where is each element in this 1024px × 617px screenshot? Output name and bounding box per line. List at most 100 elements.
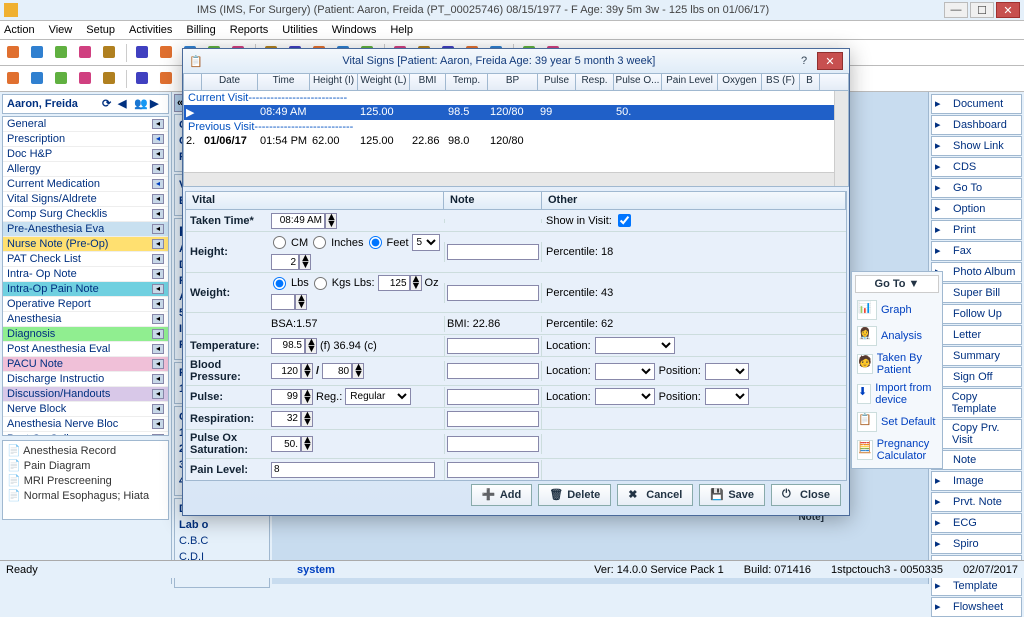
pain-input[interactable] <box>271 462 435 478</box>
right-nav-item[interactable]: ▸Go To <box>931 178 1022 198</box>
delete-button[interactable]: 🗑Delete <box>538 484 611 506</box>
navigator-item[interactable]: Prescription◂ <box>3 132 168 147</box>
right-nav-item[interactable]: ▸Dashboard <box>931 115 1022 135</box>
add-button[interactable]: ➕Add <box>471 484 532 506</box>
right-nav-item[interactable]: ▸Note <box>931 450 1022 470</box>
menu-reports[interactable]: Reports <box>230 24 269 36</box>
toolbar-icon[interactable] <box>76 69 96 89</box>
grid-col[interactable]: Pain Level <box>662 74 718 90</box>
menu-activities[interactable]: Activities <box>129 24 172 36</box>
pulse-location-select[interactable] <box>595 388 655 405</box>
doc-item[interactable]: 📄 Anesthesia Record <box>5 443 166 458</box>
v-scrollbar[interactable] <box>834 91 848 186</box>
grid-col[interactable]: Resp. <box>576 74 614 90</box>
navigator-item[interactable]: Diagnosis◂ <box>3 327 168 342</box>
pulse-reg-select[interactable]: Regular <box>345 388 411 405</box>
show-in-visit-check[interactable] <box>618 214 631 227</box>
pulse-note[interactable] <box>447 389 539 405</box>
right-nav-item[interactable]: ▸Sign Off <box>931 367 1022 387</box>
right-nav-item[interactable]: ▸Letter <box>931 325 1022 345</box>
modal-close-button[interactable]: ✕ <box>817 52 843 70</box>
toolbar-icon[interactable] <box>52 43 72 63</box>
weight-lbs-radio[interactable] <box>273 277 286 290</box>
toolbar-icon[interactable] <box>100 69 120 89</box>
bp-position-select[interactable] <box>705 363 749 380</box>
toolbar-icon[interactable] <box>133 43 153 63</box>
set-default-button[interactable]: 📋Set Default <box>855 409 939 435</box>
navigator-item[interactable]: Current Medication◂ <box>3 177 168 192</box>
menu-billing[interactable]: Billing <box>186 24 215 36</box>
grid-col[interactable]: Height (I) <box>310 74 358 90</box>
grid-col[interactable]: Pulse <box>538 74 576 90</box>
pulse-position-select[interactable] <box>705 388 749 405</box>
cycle-icon[interactable]: ⟳ <box>102 97 116 111</box>
toolbar-icon[interactable] <box>157 69 177 89</box>
height-in-radio[interactable] <box>313 236 326 249</box>
pox-note[interactable] <box>447 436 539 452</box>
grid-col[interactable]: BS (F) <box>762 74 800 90</box>
bp-note[interactable] <box>447 363 539 379</box>
right-nav-item[interactable]: ▸Copy Prv. Visit <box>931 419 1022 449</box>
navigator-item[interactable]: Comp Surg Checklis◂ <box>3 207 168 222</box>
goto-button[interactable]: Go To ▼ <box>855 275 939 293</box>
navigator-item[interactable]: Post Op Call◂ <box>3 432 168 436</box>
visit-row[interactable]: ▶ 08:49 AM 125.00 98.5 120/80 99 50. <box>184 105 848 120</box>
height-note[interactable] <box>447 244 539 260</box>
right-nav-item[interactable]: ▸CDS <box>931 157 1022 177</box>
save-button[interactable]: 💾Save <box>699 484 765 506</box>
nav-left-icon[interactable]: ◀ <box>118 97 132 111</box>
height-inch-input[interactable]: ▲▼ <box>271 254 311 270</box>
grid-col[interactable]: BMI <box>410 74 446 90</box>
import-device-button[interactable]: ⬇Import from device <box>855 379 939 409</box>
nav-right-icon[interactable]: ▶ <box>150 97 164 111</box>
navigator-item[interactable]: Vital Signs/Aldrete◂ <box>3 192 168 207</box>
navigator-item[interactable]: Allergy◂ <box>3 162 168 177</box>
right-nav-item[interactable]: ▸Show Link <box>931 136 1022 156</box>
temp-input[interactable]: ▲▼ <box>271 338 317 354</box>
weight-lbs-input[interactable]: ▲▼ <box>378 275 422 291</box>
resp-input[interactable]: ▲▼ <box>271 411 313 427</box>
right-nav-item[interactable]: ▸Prvt. Note <box>931 492 1022 512</box>
right-nav-item[interactable]: ▸Follow Up <box>931 304 1022 324</box>
minimize-button[interactable]: — <box>944 2 968 18</box>
right-nav-item[interactable]: ▸Template <box>931 576 1022 596</box>
weight-oz-input[interactable]: ▲▼ <box>271 294 307 310</box>
help-button[interactable]: ? <box>795 55 813 67</box>
close-window-button[interactable]: ✕ <box>996 2 1020 18</box>
right-nav-item[interactable]: ▸Document <box>931 94 1022 114</box>
height-feet-select[interactable]: 5 <box>412 234 440 251</box>
right-nav-item[interactable]: ▸Copy Template <box>931 388 1022 418</box>
right-nav-item[interactable]: ▸Summary <box>931 346 1022 366</box>
right-nav-item[interactable]: ▸Super Bill <box>931 283 1022 303</box>
navigator-item[interactable]: Nerve Block◂ <box>3 402 168 417</box>
right-nav-item[interactable]: ▸Flowsheet <box>931 597 1022 617</box>
pox-input[interactable]: ▲▼ <box>271 436 313 452</box>
menu-utilities[interactable]: Utilities <box>282 24 317 36</box>
taken-by-patient-button[interactable]: 🧑Taken By Patient <box>855 349 939 379</box>
toolbar-icon[interactable] <box>4 69 24 89</box>
toolbar-icon[interactable] <box>133 69 153 89</box>
toolbar-icon[interactable] <box>4 43 24 63</box>
h-scrollbar[interactable] <box>184 172 834 186</box>
analysis-button[interactable]: 👩‍⚕️Analysis <box>855 323 939 349</box>
menu-windows[interactable]: Windows <box>332 24 377 36</box>
navigator-item[interactable]: Anesthesia Nerve Bloc◂ <box>3 417 168 432</box>
right-nav-item[interactable]: ▸Image <box>931 471 1022 491</box>
patient-name-box[interactable]: Aaron, Freida ⟳ ◀ 👥 ▶ <box>2 94 169 114</box>
navigator-item[interactable]: PAT Check List◂ <box>3 252 168 267</box>
toolbar-icon[interactable] <box>76 43 96 63</box>
grid-col[interactable]: Pulse O... <box>614 74 662 90</box>
visit-row[interactable]: 2. 01/06/17 01:54 PM 62.00 125.00 22.86 … <box>184 134 848 148</box>
navigator-item[interactable]: Intra-Op Pain Note◂ <box>3 282 168 297</box>
navigator-item[interactable]: Operative Report◂ <box>3 297 168 312</box>
navigator-item[interactable]: PACU Note◂ <box>3 357 168 372</box>
menu-action[interactable]: Action <box>4 24 35 36</box>
graph-button[interactable]: 📊Graph <box>855 297 939 323</box>
toolbar-icon[interactable] <box>28 43 48 63</box>
maximize-button[interactable]: ☐ <box>970 2 994 18</box>
menu-help[interactable]: Help <box>390 24 413 36</box>
right-nav-item[interactable]: ▸Fax <box>931 241 1022 261</box>
navigator-item[interactable]: Nurse Note (Pre-Op)◂ <box>3 237 168 252</box>
navigator-item[interactable]: Discussion/Handouts◂ <box>3 387 168 402</box>
resp-note[interactable] <box>447 411 539 427</box>
